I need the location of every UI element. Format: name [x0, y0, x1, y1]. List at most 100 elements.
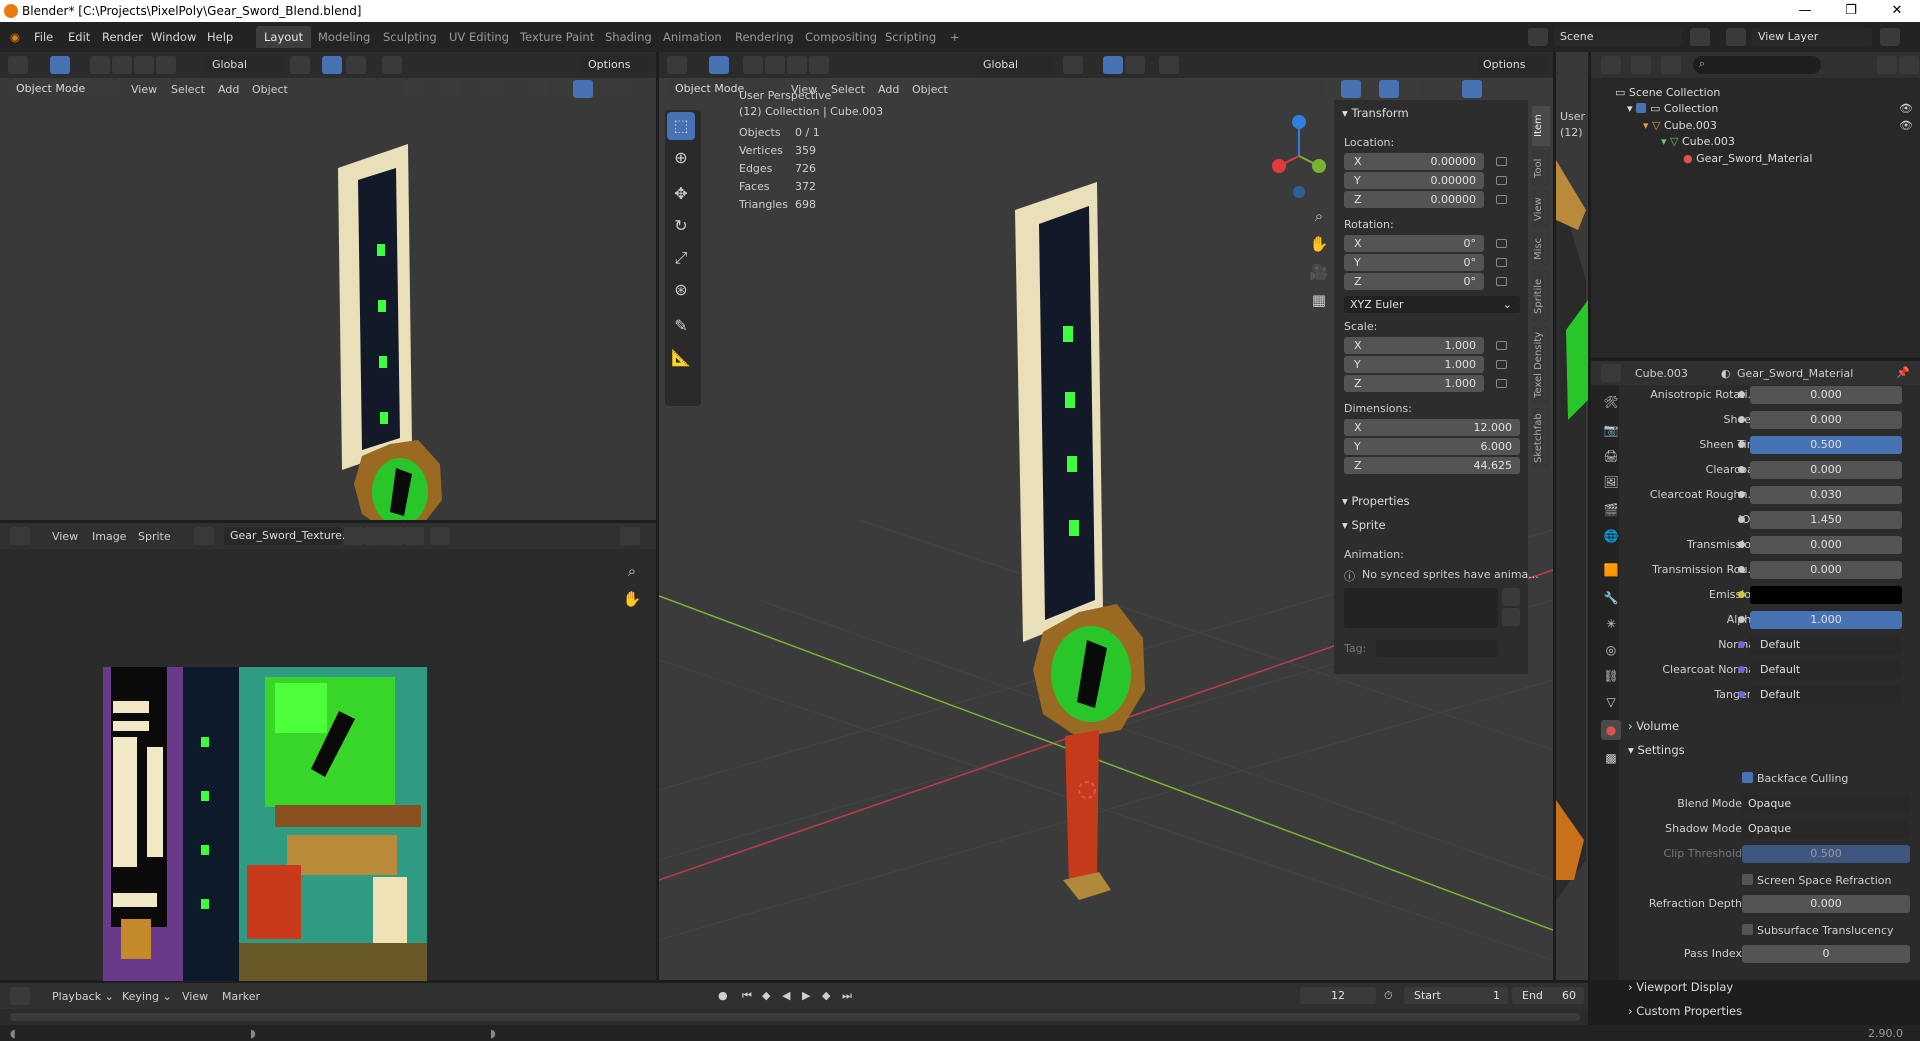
main-menu-add[interactable]: Add: [878, 83, 899, 96]
tab-misc[interactable]: Misc: [1532, 232, 1550, 266]
main-snap-icon[interactable]: [1103, 56, 1123, 74]
image-menu-sprite[interactable]: Sprite: [138, 530, 171, 543]
tab-item[interactable]: Item: [1532, 106, 1550, 146]
outliner-object-cube[interactable]: ▾ ▽ Cube.003: [1643, 119, 1717, 132]
tab-shading[interactable]: Shading: [597, 26, 660, 48]
outliner[interactable]: ⌕ ▭ Scene Collection ▾ ▭ Collection ▾ ▽ …: [1591, 52, 1920, 358]
outliner-mesh-cube[interactable]: ▾ ▽ Cube.003: [1661, 135, 1735, 148]
tool-scale-icon[interactable]: ⤢: [667, 244, 695, 272]
dimensions-z-field[interactable]: Z 44.625: [1344, 457, 1520, 474]
left-material-shading-icon[interactable]: [593, 80, 613, 98]
alpha-field[interactable]: 1.000: [1750, 611, 1902, 629]
volume-panel-title[interactable]: › Volume: [1628, 719, 1679, 733]
custom-properties-panel-title[interactable]: › Custom Properties: [1628, 1004, 1742, 1018]
select-mode-extend-icon[interactable]: [112, 56, 132, 74]
settings-panel-title[interactable]: ▾ Settings: [1628, 743, 1685, 757]
jump-start-button[interactable]: ⏮: [742, 989, 752, 1003]
navigation-gizmo[interactable]: [1255, 110, 1345, 200]
maximize-button[interactable]: ❐: [1828, 0, 1874, 22]
left-menu-select[interactable]: Select: [171, 83, 205, 96]
tool-select-box-icon[interactable]: ⬚: [667, 112, 695, 140]
outliner-view-icon[interactable]: [1661, 56, 1681, 74]
properties-tab-data-icon[interactable]: ▽: [1601, 692, 1621, 712]
clearcoat-roughness-field[interactable]: 0.030: [1750, 486, 1902, 504]
left-menu-add[interactable]: Add: [218, 83, 239, 96]
start-frame-field[interactable]: Start 1: [1404, 987, 1508, 1004]
timeline-menu-keying[interactable]: Keying ⌄: [122, 990, 172, 1003]
lock-scale-z-icon[interactable]: [1496, 379, 1507, 388]
timeline-editor-type-icon[interactable]: [10, 987, 30, 1005]
play-button[interactable]: ▶: [802, 989, 810, 1002]
left-wireframe-shading-icon[interactable]: [553, 80, 573, 98]
main-select-box-icon[interactable]: [709, 56, 729, 74]
main-overlay-icon[interactable]: [1379, 80, 1399, 98]
sprite-panel-title[interactable]: ▾ Sprite: [1342, 518, 1386, 532]
image-pan-icon[interactable]: ✋: [620, 587, 644, 611]
menu-help[interactable]: Help: [207, 30, 233, 44]
left-mode-dropdown[interactable]: Object Mode: [10, 80, 118, 98]
blender-menu-icon[interactable]: ◉: [10, 30, 20, 44]
pass-index-field[interactable]: 0: [1742, 945, 1910, 963]
current-frame-field[interactable]: 12: [1300, 987, 1376, 1004]
image-name-field[interactable]: Gear_Sword_Texture...: [224, 527, 352, 545]
main-select-mode-subtract-icon[interactable]: [787, 56, 807, 74]
outliner-editor-type-icon[interactable]: [1601, 56, 1621, 74]
zoom-icon[interactable]: ⌕: [1307, 204, 1331, 228]
viewport-display-panel-title[interactable]: › Viewport Display: [1628, 980, 1733, 994]
timeline-scrubber[interactable]: [10, 1013, 1580, 1021]
left-solid-shading-icon[interactable]: [573, 80, 593, 98]
tab-animation[interactable]: Animation: [655, 26, 730, 48]
lock-location-z-icon[interactable]: [1496, 195, 1507, 204]
editor-type-icon[interactable]: [8, 56, 28, 74]
snap-target-icon[interactable]: [346, 56, 366, 74]
properties-pin-icon[interactable]: 📌: [1896, 366, 1910, 379]
tab-compositing[interactable]: Compositing: [797, 26, 885, 48]
left-rendered-shading-icon[interactable]: [613, 80, 633, 98]
properties-tab-material-icon[interactable]: ●: [1601, 720, 1621, 740]
outliner-filter-icon[interactable]: [1877, 56, 1897, 74]
tangent-field[interactable]: Default: [1750, 686, 1902, 704]
timeline[interactable]: Playback ⌄ Keying ⌄ View Marker ● ⏮ ◆ ◀ …: [0, 983, 1588, 1025]
menu-file[interactable]: File: [34, 30, 53, 44]
outliner-new-collection-icon[interactable]: [1899, 56, 1919, 74]
add-workspace-button[interactable]: +: [942, 26, 968, 48]
image-editor[interactable]: View Image Sprite Gear_Sword_Texture... …: [0, 523, 656, 981]
image-open-icon[interactable]: [384, 527, 404, 545]
shadow-mode-dropdown[interactable]: Opaque: [1742, 820, 1910, 838]
main-menu-select[interactable]: Select: [831, 83, 865, 96]
image-zoom-icon[interactable]: ⌕: [620, 559, 644, 583]
properties-tab-constraints-icon[interactable]: ⛓: [1601, 666, 1621, 686]
view-layer-browse-icon[interactable]: [1726, 28, 1746, 46]
image-menu-image[interactable]: Image: [92, 530, 126, 543]
image-editor-type-icon[interactable]: [10, 527, 30, 545]
sheen-field[interactable]: 0.000: [1750, 411, 1902, 429]
scale-z-field[interactable]: Z 1.000: [1344, 375, 1484, 392]
view-layer-new-icon[interactable]: [1880, 28, 1900, 46]
play-reverse-button[interactable]: ◀: [782, 989, 790, 1002]
main-select-mode-new-icon[interactable]: [743, 56, 763, 74]
transform-orientation-dropdown[interactable]: Global: [206, 56, 282, 74]
tab-sculpting[interactable]: Sculpting: [375, 26, 445, 48]
tool-transform-icon[interactable]: ⊛: [667, 276, 695, 304]
view-layer-selector[interactable]: View Layer: [1752, 28, 1872, 46]
select-box-icon[interactable]: [50, 56, 70, 74]
tab-layout[interactable]: Layout: [256, 26, 312, 48]
properties-tab-particles-icon[interactable]: ✳: [1601, 614, 1621, 634]
left-options-dropdown[interactable]: Options: [582, 56, 648, 74]
properties-tab-world-icon[interactable]: 🌐: [1601, 526, 1621, 546]
tab-rendering[interactable]: Rendering: [727, 26, 802, 48]
properties-tab-tool-icon[interactable]: 🛠: [1601, 392, 1621, 412]
properties-tab-texture-icon[interactable]: ▩: [1601, 748, 1621, 768]
transform-panel-title[interactable]: ▾ Transform: [1342, 106, 1409, 120]
jump-prev-key-button[interactable]: ◆: [762, 989, 770, 1002]
tool-measure-icon[interactable]: 📐: [667, 344, 695, 372]
transmission-field[interactable]: 0.000: [1750, 536, 1902, 554]
menu-edit[interactable]: Edit: [68, 30, 90, 44]
main-snap-target-icon[interactable]: [1125, 56, 1145, 74]
timeline-menu-view[interactable]: View: [182, 990, 208, 1003]
emission-color-swatch[interactable]: [1750, 586, 1902, 604]
object-visibility-icon[interactable]: 👁: [1899, 119, 1913, 132]
left-gizmo-icon[interactable]: [440, 80, 460, 98]
rotation-y-field[interactable]: Y 0°: [1344, 254, 1484, 271]
backface-culling-checkbox[interactable]: Backface Culling: [1742, 772, 1848, 785]
